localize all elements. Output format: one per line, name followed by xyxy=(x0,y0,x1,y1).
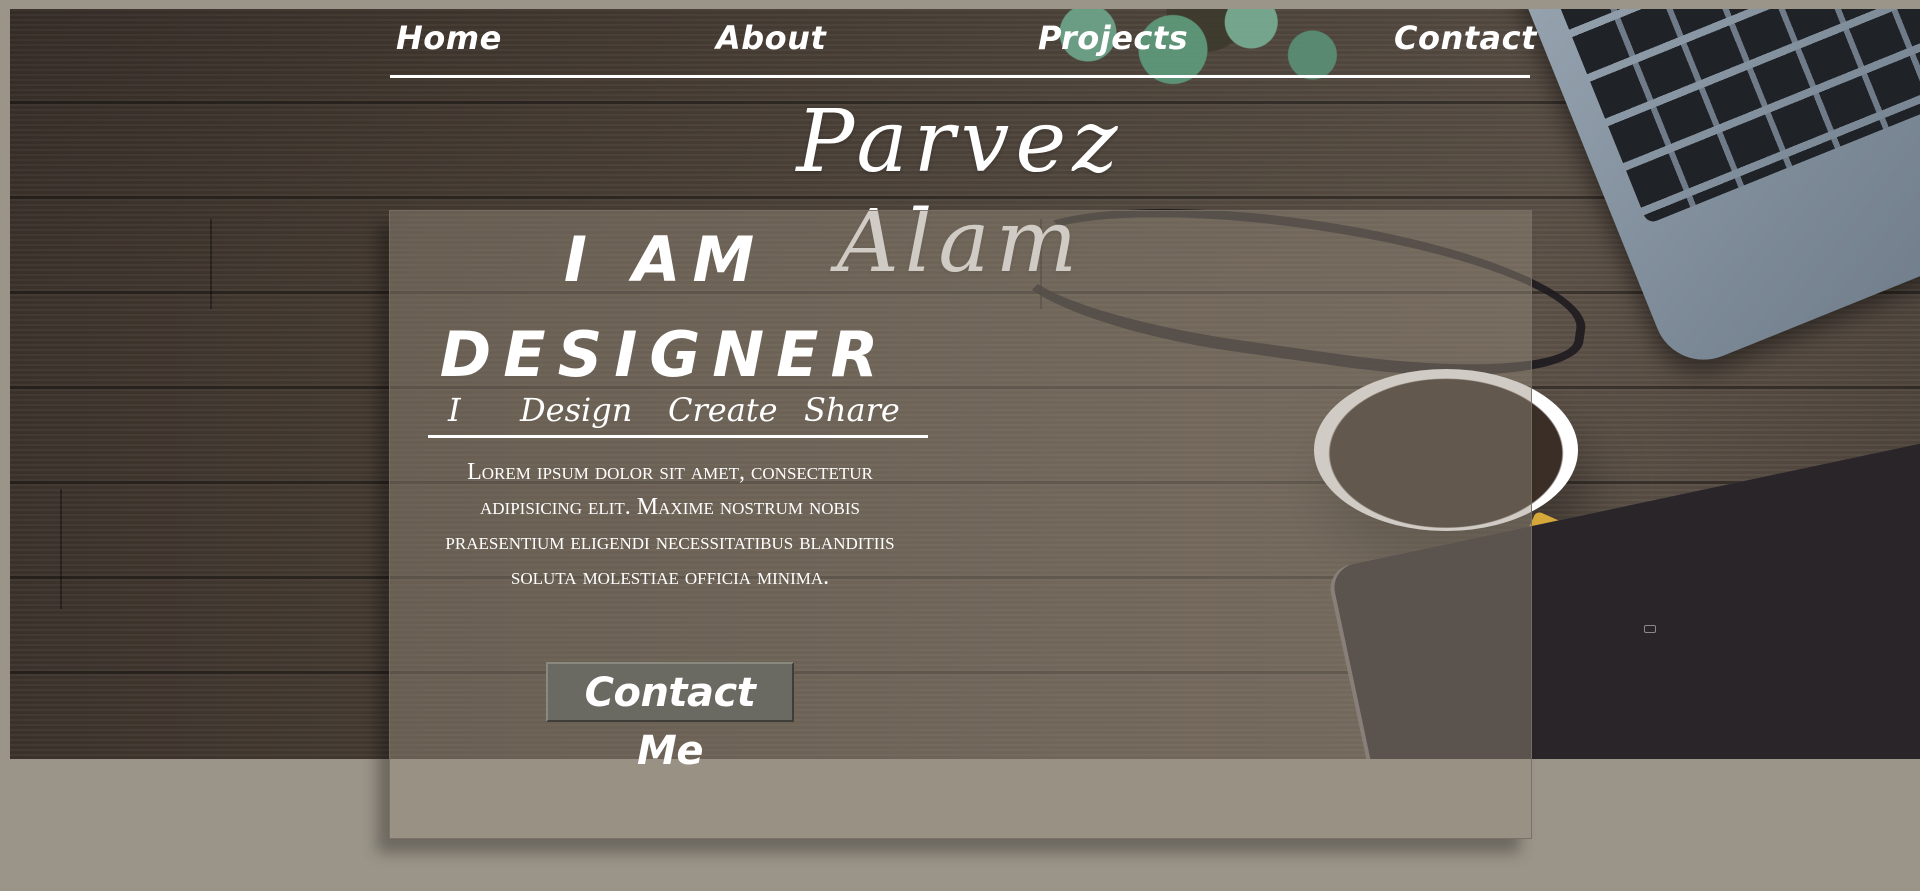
keyboard-image xyxy=(1554,9,1920,225)
tagline: I Design Create Share xyxy=(440,385,900,437)
headline-line-2: DESIGNER xyxy=(439,318,891,391)
tablet-camera-icon xyxy=(1644,625,1656,633)
headline-line-1: I AM xyxy=(563,223,767,296)
tagline-word: Share xyxy=(804,391,900,429)
nav-contact-link[interactable]: Contact xyxy=(1394,17,1537,59)
bio-text: Lorem ipsum dolor sit amet, consectetur … xyxy=(445,459,895,590)
tagline-word: Create xyxy=(668,391,778,429)
nav-projects-link[interactable]: Projects xyxy=(1038,17,1188,59)
nav-home-link[interactable]: Home xyxy=(396,17,502,59)
top-nav: Home About Projects Contact xyxy=(390,17,1536,78)
tagline-word: I xyxy=(448,391,461,429)
tagline-word: Design xyxy=(520,391,633,429)
tagline-divider xyxy=(428,435,928,438)
wood-seam xyxy=(210,219,212,309)
wood-seam xyxy=(60,489,62,609)
contact-me-button[interactable]: Contact Me xyxy=(546,662,794,774)
nav-about-link[interactable]: About xyxy=(716,17,826,59)
